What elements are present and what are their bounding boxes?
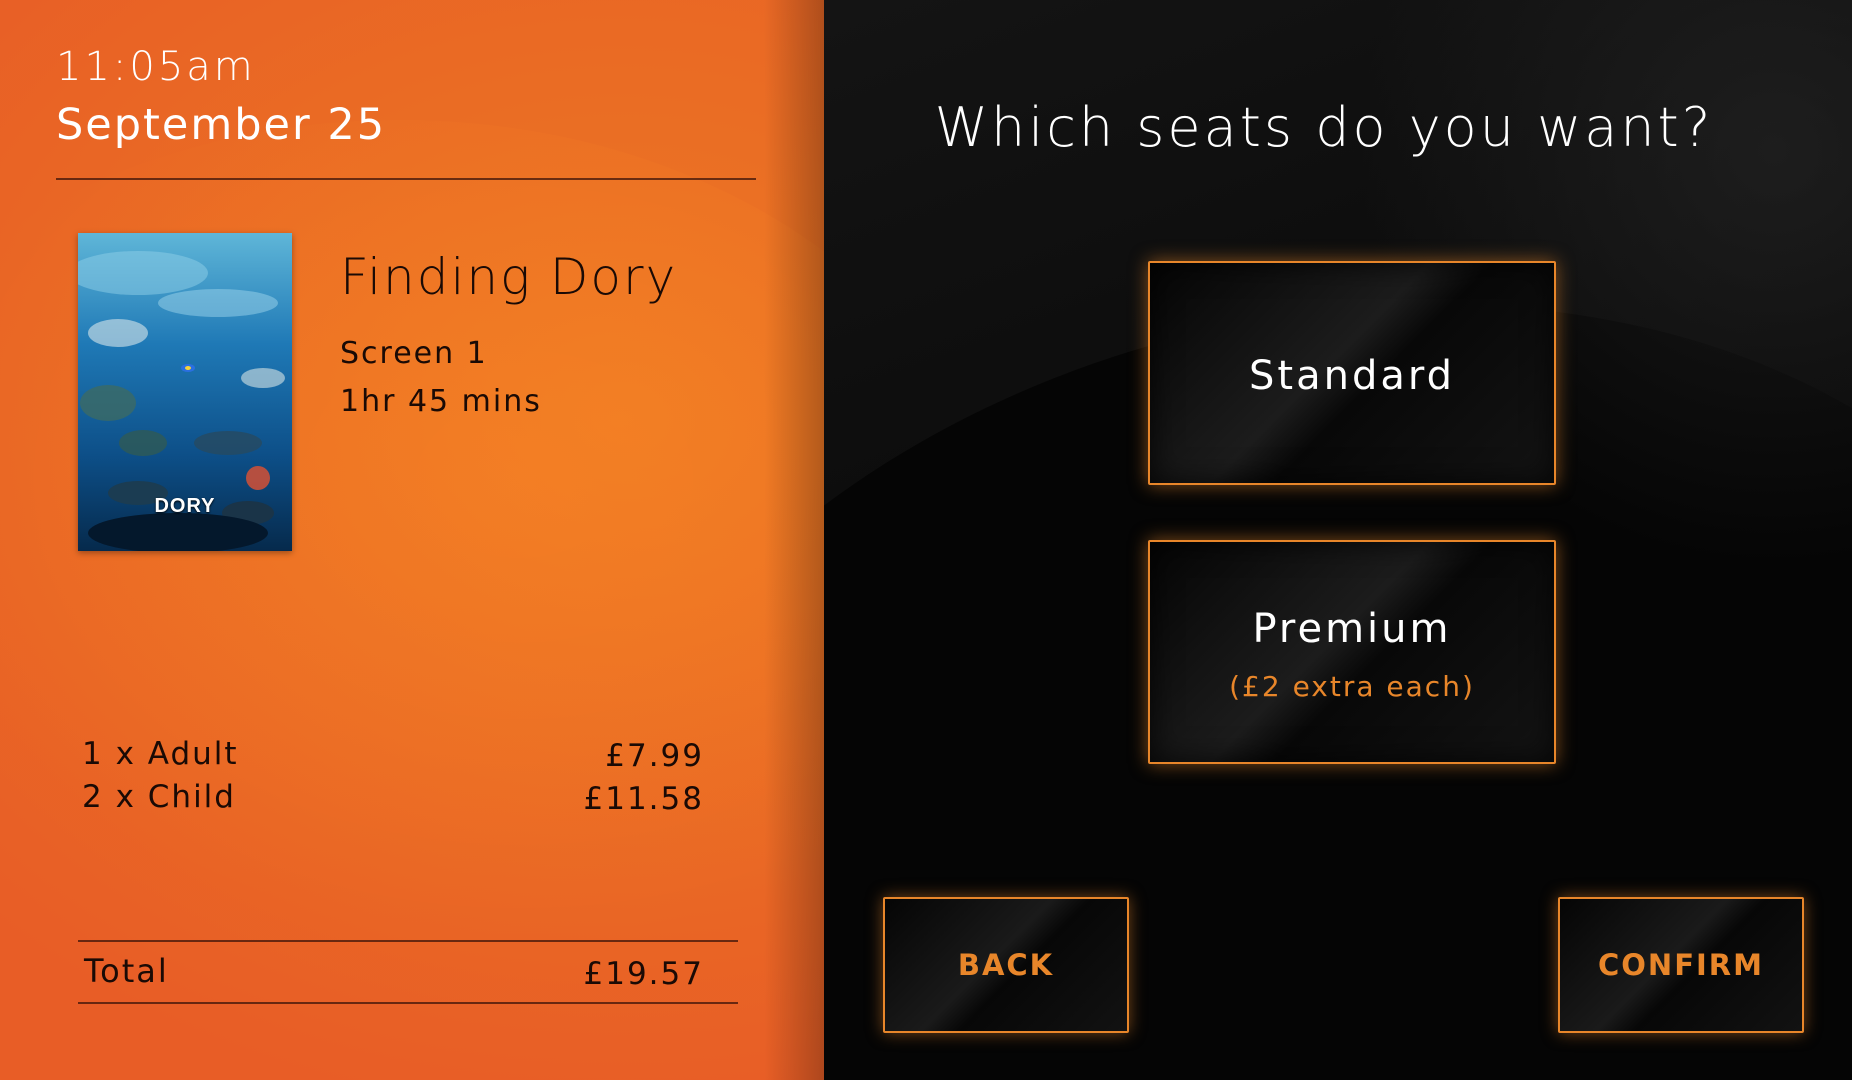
standard-seat-button[interactable]: Standard <box>1148 261 1556 485</box>
order-summary-panel: 11:05am September 25 DORY Finding Dory S… <box>0 0 824 1080</box>
clock-time: 11:05am <box>56 44 256 90</box>
ticket-line-child-price: £11.58 <box>583 781 704 817</box>
poster-logo: DORY <box>154 495 216 517</box>
ticket-line-adult-price: £7.99 <box>605 738 704 774</box>
total-bottom-divider <box>78 1002 738 1004</box>
ticket-line-child-label: 2 x Child <box>82 779 236 815</box>
confirm-button[interactable]: CONFIRM <box>1558 897 1804 1033</box>
premium-seat-button[interactable]: Premium (£2 extra each) <box>1148 540 1556 764</box>
back-button[interactable]: BACK <box>883 897 1129 1033</box>
total-label: Total <box>84 952 169 990</box>
current-date: September 25 <box>56 100 387 150</box>
movie-poster: DORY <box>78 233 292 551</box>
premium-seat-surcharge: (£2 extra each) <box>1229 670 1475 703</box>
total-top-divider <box>78 940 738 942</box>
total-price: £19.57 <box>583 956 704 992</box>
standard-seat-label: Standard <box>1249 353 1455 399</box>
header-divider <box>56 178 756 180</box>
premium-seat-label: Premium <box>1252 606 1452 652</box>
seat-question-heading: Which seats do you want? <box>934 96 1714 159</box>
screen-number: Screen 1 <box>340 336 488 371</box>
movie-duration: 1hr 45 mins <box>340 384 542 419</box>
ticket-line-adult-label: 1 x Adult <box>82 736 239 772</box>
movie-title: Finding Dory <box>340 248 678 306</box>
